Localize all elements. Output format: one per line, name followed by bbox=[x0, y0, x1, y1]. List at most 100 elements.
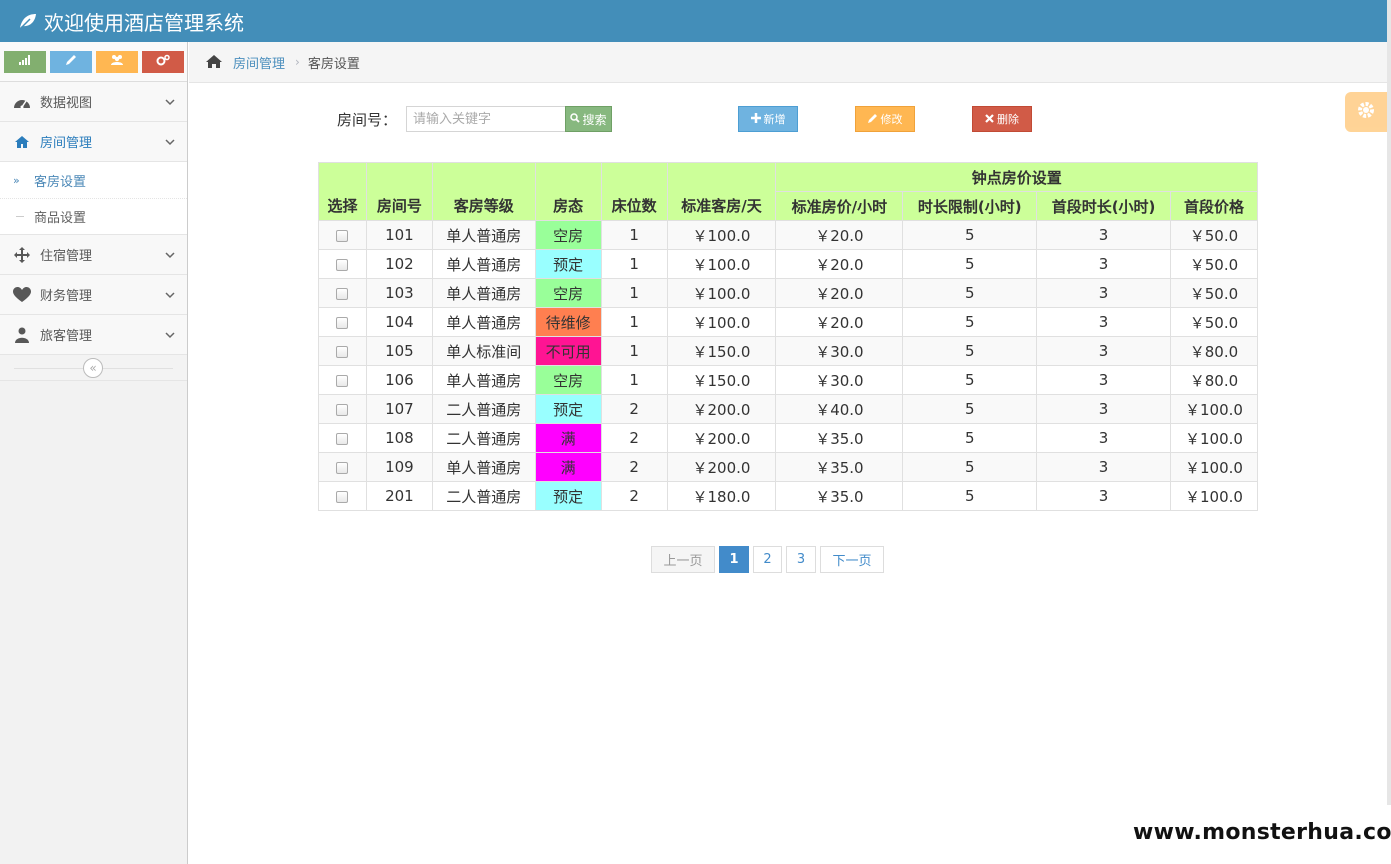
first-price-cell: ￥100.0 bbox=[1169, 452, 1259, 482]
table-row[interactable]: 106 单人普通房 空房 1 ￥150.0 ￥30.0 5 3 ￥80.0 bbox=[318, 365, 1259, 395]
settings-toggle-button[interactable] bbox=[1345, 92, 1387, 132]
pagination-page-2[interactable]: 2 bbox=[753, 546, 782, 573]
hour-price-cell: ￥20.0 bbox=[775, 307, 904, 337]
pagination-page-1[interactable]: 1 bbox=[719, 546, 749, 573]
pencil-icon bbox=[867, 113, 878, 126]
time-limit-cell: 5 bbox=[902, 365, 1038, 395]
edit-button[interactable]: 修改 bbox=[855, 106, 915, 132]
row-checkbox[interactable] bbox=[336, 403, 349, 416]
row-checkbox[interactable] bbox=[336, 374, 349, 387]
column-header-first-hours: 首段时长(小时) bbox=[1036, 191, 1171, 221]
day-price-cell: ￥200.0 bbox=[666, 423, 777, 453]
beds-cell: 1 bbox=[600, 278, 668, 308]
time-limit-cell: 5 bbox=[902, 307, 1038, 337]
select-cell bbox=[318, 220, 367, 250]
row-checkbox[interactable] bbox=[336, 432, 349, 445]
leaf-icon bbox=[18, 11, 38, 31]
column-header-first-price: 首段价格 bbox=[1169, 191, 1259, 221]
first-hours-cell: 3 bbox=[1036, 307, 1171, 337]
row-checkbox[interactable] bbox=[336, 258, 349, 271]
row-checkbox[interactable] bbox=[336, 229, 349, 242]
row-checkbox[interactable] bbox=[336, 461, 349, 474]
double-angle-left-icon: « bbox=[89, 361, 97, 375]
shortcut-pencil-button[interactable] bbox=[50, 50, 92, 73]
breadcrumb-link-room-management[interactable]: 房间管理 bbox=[233, 53, 285, 72]
sidebar-collapse-button[interactable]: « bbox=[83, 358, 103, 378]
sidebar-item-finance-management[interactable]: 财务管理 bbox=[0, 275, 187, 315]
shortcut-cogs-button[interactable] bbox=[142, 50, 184, 73]
chevron-right-icon: › bbox=[295, 55, 300, 69]
time-limit-cell: 5 bbox=[902, 336, 1038, 366]
dash-icon bbox=[16, 216, 24, 217]
pagination-next-button[interactable]: 下一页 bbox=[820, 546, 884, 573]
row-checkbox[interactable] bbox=[336, 316, 349, 329]
delete-button[interactable]: 删除 bbox=[972, 106, 1032, 132]
table-row[interactable]: 101 单人普通房 空房 1 ￥100.0 ￥20.0 5 3 ￥50.0 bbox=[318, 220, 1259, 250]
shortcut-signal-button[interactable] bbox=[4, 50, 46, 73]
column-header-hour-price: 标准房价/小时 bbox=[775, 191, 904, 221]
first-price-cell: ￥100.0 bbox=[1169, 394, 1259, 424]
app-title: 欢迎使用酒店管理系统 bbox=[44, 10, 244, 35]
sidebar-item-guest-management[interactable]: 旅客管理 bbox=[0, 315, 187, 355]
select-cell bbox=[318, 394, 367, 424]
row-checkbox[interactable] bbox=[336, 345, 349, 358]
beds-cell: 1 bbox=[600, 336, 668, 366]
table-row[interactable]: 105 单人标准间 不可用 1 ￥150.0 ￥30.0 5 3 ￥80.0 bbox=[318, 336, 1259, 366]
add-button[interactable]: 新增 bbox=[738, 106, 798, 132]
sidebar-item-stay-management[interactable]: 住宿管理 bbox=[0, 235, 187, 275]
room-number-cell: 103 bbox=[365, 278, 433, 308]
select-cell bbox=[318, 365, 367, 395]
sidebar-item-dashboard[interactable]: 数据视图 bbox=[0, 82, 187, 122]
first-price-cell: ￥50.0 bbox=[1169, 249, 1259, 279]
day-price-cell: ￥150.0 bbox=[666, 336, 777, 366]
sidebar-subitem-goods-settings[interactable]: 商品设置 bbox=[0, 198, 187, 234]
first-price-cell: ￥50.0 bbox=[1169, 278, 1259, 308]
table-row[interactable]: 103 单人普通房 空房 1 ￥100.0 ￥20.0 5 3 ￥50.0 bbox=[318, 278, 1259, 308]
search-button[interactable]: 搜索 bbox=[565, 106, 612, 132]
breadcrumb: 房间管理 › 客房设置 bbox=[189, 42, 1387, 83]
beds-cell: 1 bbox=[600, 365, 668, 395]
chevron-down-icon bbox=[165, 95, 175, 106]
day-price-cell: ￥100.0 bbox=[666, 278, 777, 308]
sidebar-subitem-room-settings[interactable]: » 客房设置 bbox=[0, 162, 187, 198]
table-row[interactable]: 107 二人普通房 预定 2 ￥200.0 ￥40.0 5 3 ￥100.0 bbox=[318, 394, 1259, 424]
home-icon bbox=[12, 134, 32, 150]
submenu-room-management: » 客房设置 商品设置 bbox=[0, 162, 187, 235]
sidebar-subitem-label: 商品设置 bbox=[34, 211, 87, 226]
room-table: 选择 房间号 客房等级 房态 床位数 标准客房/天 钟点房价设置 标准房价/小时… bbox=[318, 162, 1259, 511]
select-cell bbox=[318, 278, 367, 308]
pagination-prev-button[interactable]: 上一页 bbox=[651, 546, 715, 573]
hour-price-cell: ￥35.0 bbox=[775, 481, 904, 511]
beds-cell: 1 bbox=[600, 249, 668, 279]
row-checkbox[interactable] bbox=[336, 490, 349, 503]
first-price-cell: ￥80.0 bbox=[1169, 365, 1259, 395]
shortcut-users-button[interactable] bbox=[96, 50, 138, 73]
table-row[interactable]: 102 单人普通房 预定 1 ￥100.0 ￥20.0 5 3 ￥50.0 bbox=[318, 249, 1259, 279]
room-status-cell: 不可用 bbox=[534, 336, 602, 366]
first-hours-cell: 3 bbox=[1036, 394, 1171, 424]
column-header-room-level: 客房等级 bbox=[431, 162, 536, 221]
hour-price-cell: ￥20.0 bbox=[775, 220, 904, 250]
table-row[interactable]: 201 二人普通房 预定 2 ￥180.0 ￥35.0 5 3 ￥100.0 bbox=[318, 481, 1259, 511]
move-icon bbox=[12, 246, 32, 263]
row-checkbox[interactable] bbox=[336, 287, 349, 300]
search-input[interactable] bbox=[406, 106, 566, 132]
time-limit-cell: 5 bbox=[902, 394, 1038, 424]
hour-price-cell: ￥40.0 bbox=[775, 394, 904, 424]
pagination-page-3[interactable]: 3 bbox=[786, 546, 816, 573]
sidebar-subitem-label: 客房设置 bbox=[34, 174, 87, 190]
column-header-room-number: 房间号 bbox=[365, 162, 433, 221]
time-limit-cell: 5 bbox=[902, 423, 1038, 453]
table-row[interactable]: 109 单人普通房满 2 ￥200.0 ￥35.0 5 3 ￥100.0 bbox=[318, 452, 1259, 482]
column-group-hourly-settings: 钟点房价设置 bbox=[775, 162, 1258, 192]
home-icon bbox=[205, 54, 223, 70]
column-header-room-status: 房态 bbox=[534, 162, 602, 221]
time-limit-cell: 5 bbox=[902, 220, 1038, 250]
watermark: www.monsterhua.com bbox=[1133, 820, 1391, 845]
scrollbar-track[interactable] bbox=[1387, 0, 1391, 805]
chevron-down-icon bbox=[165, 248, 175, 259]
sidebar-item-room-management[interactable]: 房间管理 bbox=[0, 122, 187, 162]
chevron-down-icon bbox=[165, 328, 175, 339]
table-row[interactable]: 108 二人普通房满 2 ￥200.0 ￥35.0 5 3 ￥100.0 bbox=[318, 423, 1259, 453]
table-row[interactable]: 104 单人普通房 待维修 1 ￥100.0 ￥20.0 5 3 ￥50.0 bbox=[318, 307, 1259, 337]
